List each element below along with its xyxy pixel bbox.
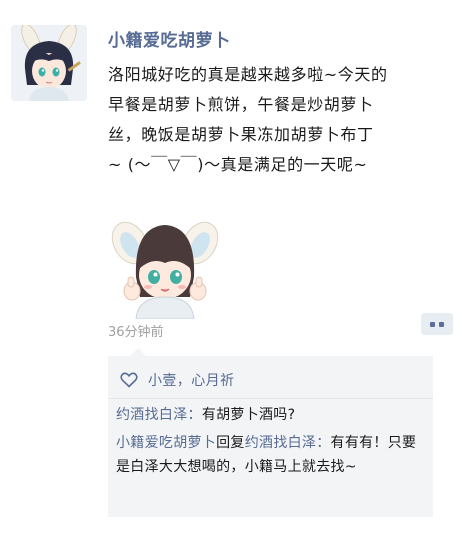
chibi-sticker: [111, 221, 219, 320]
comment-item[interactable]: 小籍爱吃胡萝卜回复约酒找白泽：有有有！只要是白泽大大想喝的，小籍马上就去找~: [108, 427, 433, 479]
likes-row: 小壹，心月祈: [108, 356, 433, 392]
more-actions-button[interactable]: [421, 313, 453, 335]
comment-separator: ：: [187, 407, 202, 423]
comment-author[interactable]: 小籍爱吃胡萝卜: [116, 435, 216, 451]
post-timestamp: 36分钟前: [108, 325, 164, 340]
post-sticker-image[interactable]: [106, 213, 224, 320]
avatar-image: [11, 25, 87, 101]
post-content: 洛阳城好吃的真是越来越多啦~今天的 早餐是胡萝卜煎饼，午餐是炒胡萝卜 丝，晚饭是…: [108, 65, 388, 174]
comment-author[interactable]: 约酒找白泽: [116, 407, 188, 423]
more-dot-icon: [430, 321, 435, 327]
heart-icon: [120, 372, 138, 388]
comment-reply-word: 回复: [216, 435, 245, 451]
comment-item[interactable]: 约酒找白泽：有胡萝卜酒吗?: [108, 399, 433, 427]
comment-reply-target[interactable]: 约酒找白泽: [245, 435, 317, 451]
more-dot-icon: [439, 321, 444, 327]
user-avatar[interactable]: [11, 25, 87, 101]
comment-text: 有胡萝卜酒吗?: [201, 407, 296, 423]
comment-separator: ：: [316, 435, 331, 451]
post-author-name[interactable]: 小籍爱吃胡萝卜: [108, 26, 231, 51]
comment-area: 小壹，心月祈 约酒找白泽：有胡萝卜酒吗? 小籍爱吃胡萝卜回复约酒找白泽：有有有！…: [108, 348, 433, 517]
liker-names[interactable]: 小壹，心月祈: [148, 370, 234, 390]
